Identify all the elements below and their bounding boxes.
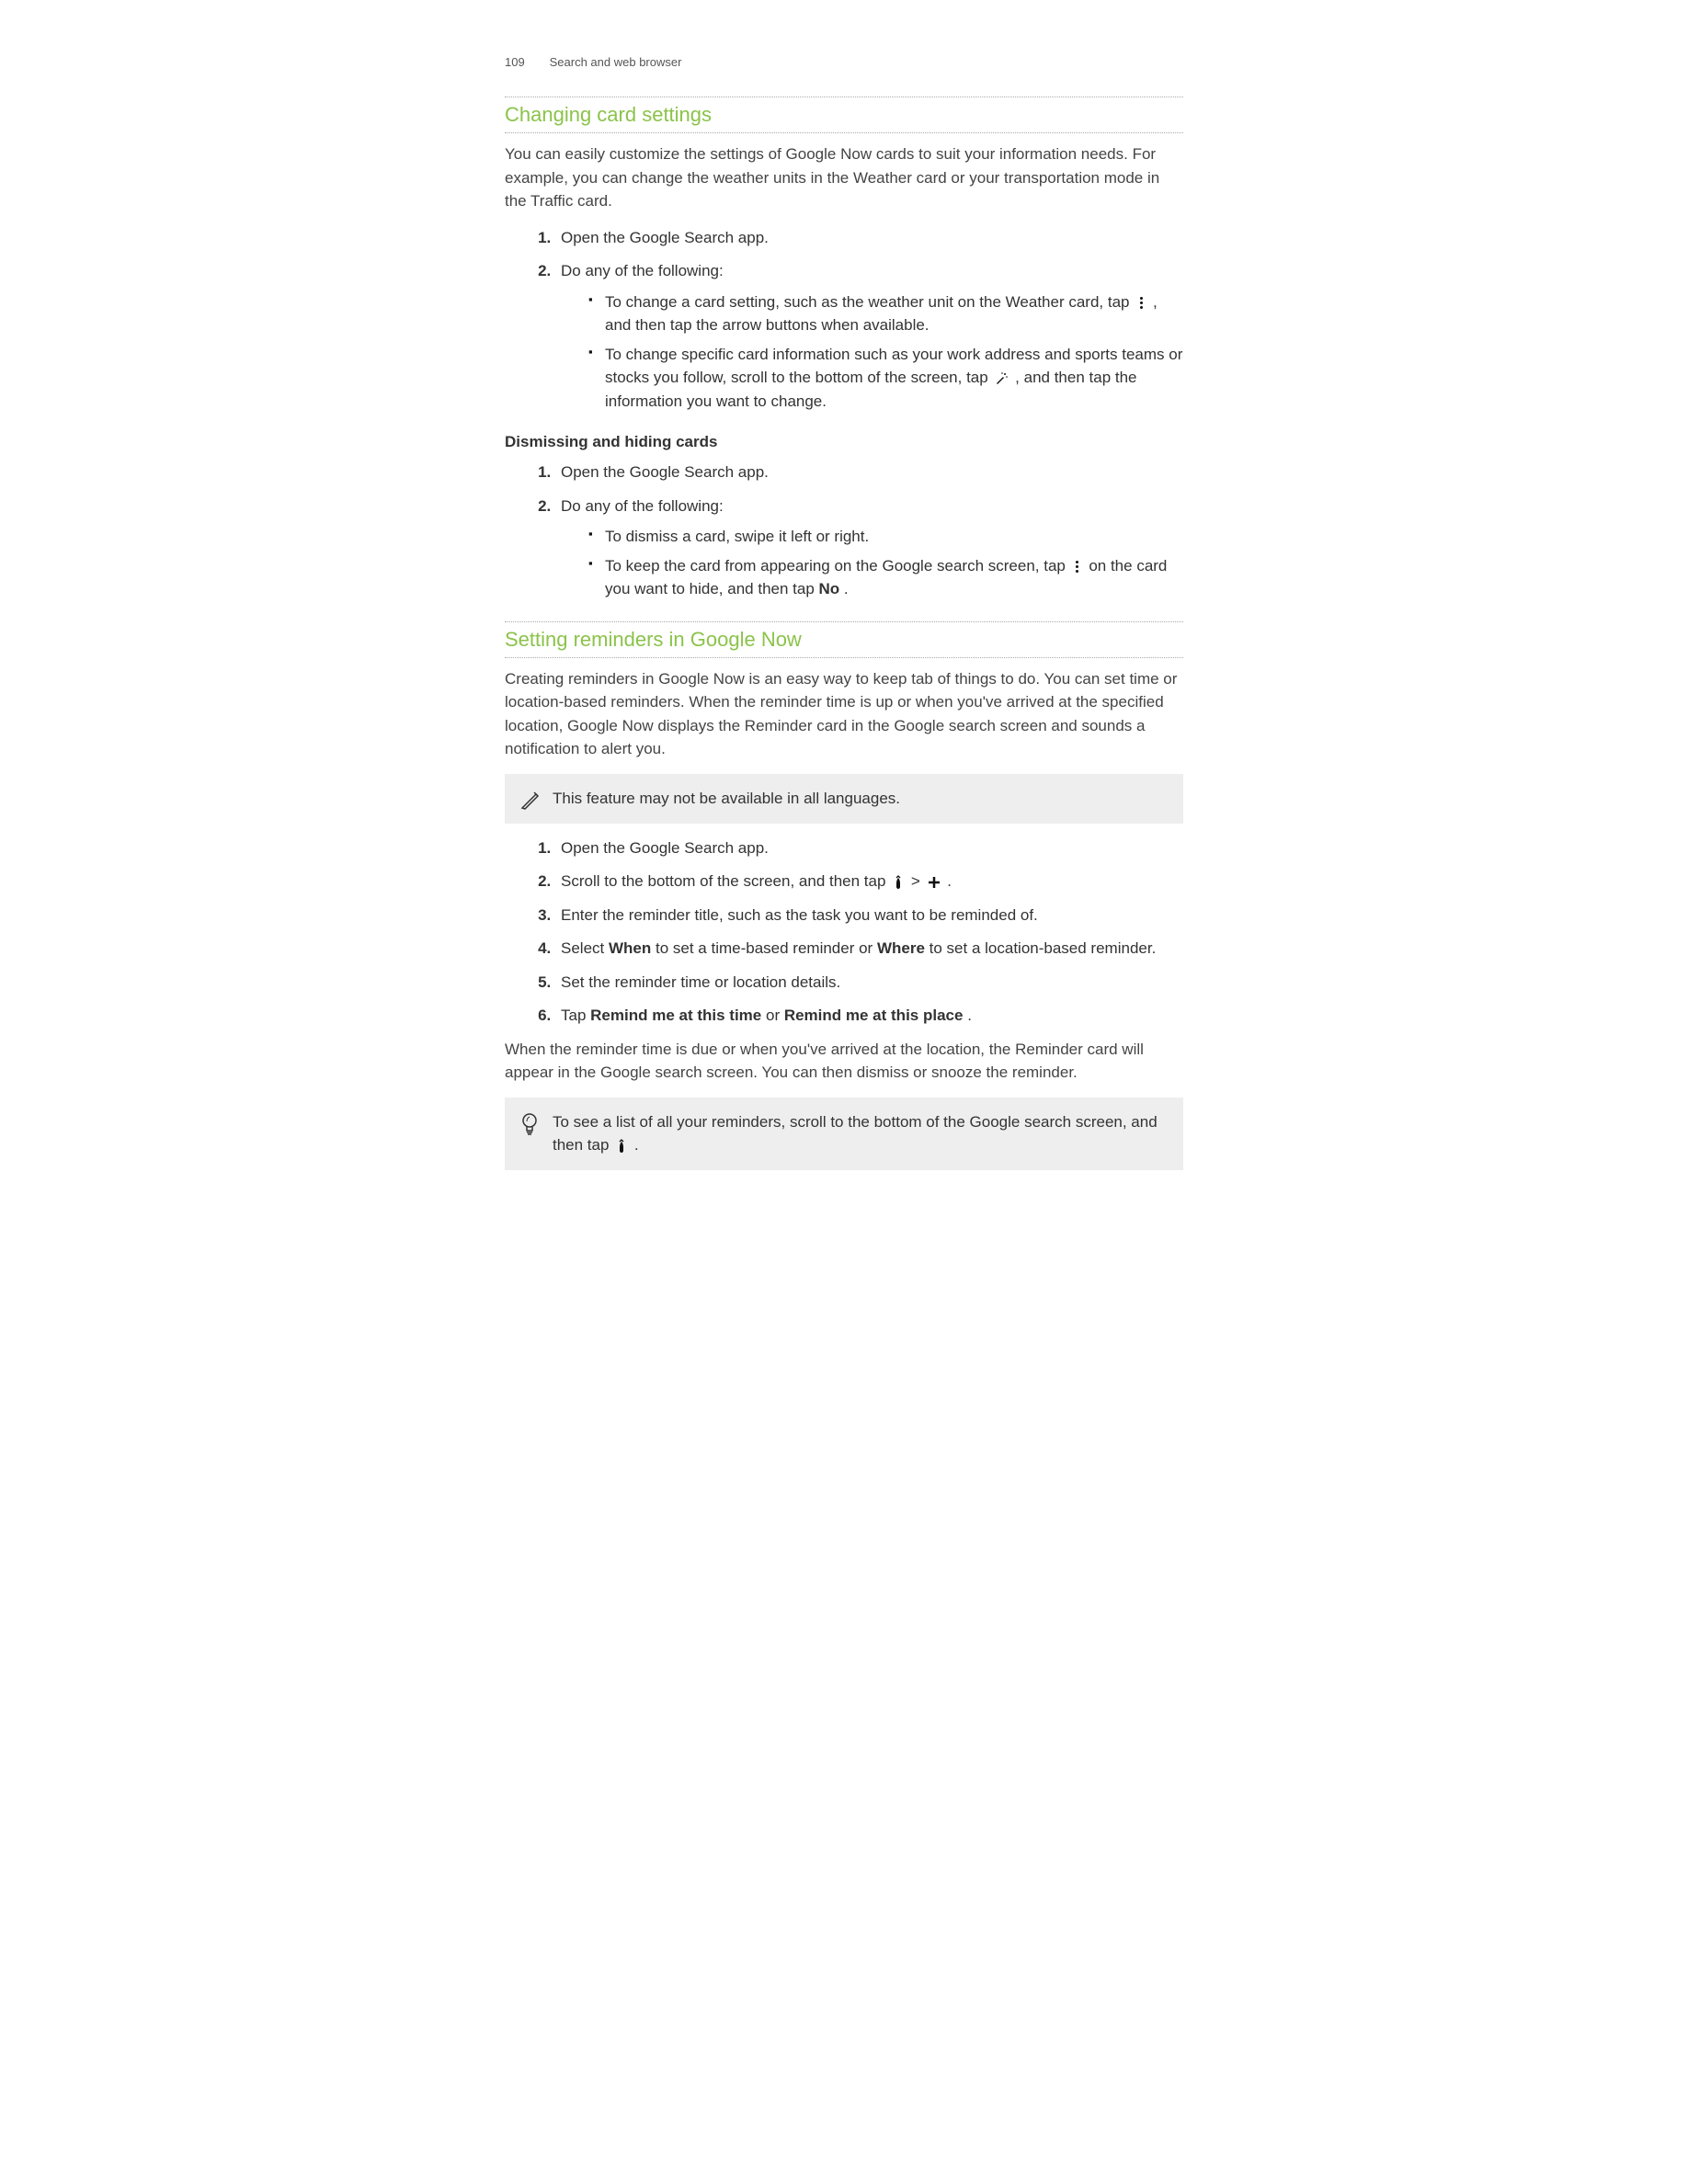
section-intro: You can easily customize the settings of… <box>505 142 1183 213</box>
lightbulb-icon <box>519 1110 553 1136</box>
section-heading-changing-card-settings: Changing card settings <box>505 101 1183 129</box>
step-text: to set a time-based reminder or <box>656 939 877 957</box>
bullet-item: To dismiss a card, swipe it left or righ… <box>588 525 1183 549</box>
more-vert-icon <box>1135 295 1146 311</box>
step-text: . <box>967 1007 972 1024</box>
bold-label-no: No <box>819 580 840 597</box>
tip-text-part: . <box>634 1136 639 1154</box>
tip-callout: To see a list of all your reminders, scr… <box>505 1098 1183 1170</box>
section-outro: When the reminder time is due or when yo… <box>505 1038 1183 1085</box>
steps-list: Open the Google Search app. Do any of th… <box>505 461 1183 601</box>
step-text: Do any of the following: <box>561 497 724 515</box>
bullet-item: To change specific card information such… <box>588 343 1183 414</box>
step-text: Scroll to the bottom of the screen, and … <box>561 872 890 890</box>
breadcrumb: Search and web browser <box>550 55 682 69</box>
step-item: Do any of the following: To dismiss a ca… <box>555 495 1183 601</box>
note-text: This feature may not be available in all… <box>553 787 900 811</box>
step-text: Tap <box>561 1007 590 1024</box>
section-intro: Creating reminders in Google Now is an e… <box>505 667 1183 761</box>
step-item: Tap Remind me at this time or Remind me … <box>555 1004 1183 1028</box>
step-item: Select When to set a time-based reminder… <box>555 937 1183 961</box>
step-item: Open the Google Search app. <box>555 226 1183 250</box>
step-text: Select <box>561 939 609 957</box>
page-header: 109 Search and web browser <box>505 55 1183 69</box>
section-divider: Setting reminders in Google Now <box>505 621 1183 658</box>
section-divider: Changing card settings <box>505 97 1183 133</box>
steps-list: Open the Google Search app. Do any of th… <box>505 226 1183 414</box>
tip-text: To see a list of all your reminders, scr… <box>553 1110 1169 1157</box>
step-text: Do any of the following: <box>561 262 724 279</box>
bullet-list: To dismiss a card, swipe it left or righ… <box>561 525 1183 601</box>
step-item: Scroll to the bottom of the screen, and … <box>555 870 1183 893</box>
bold-label-when: When <box>609 939 651 957</box>
document-page: 109 Search and web browser Changing card… <box>422 0 1266 1257</box>
bullet-list: To change a card setting, such as the we… <box>561 290 1183 414</box>
step-item: Open the Google Search app. <box>555 461 1183 484</box>
bold-label-where: Where <box>877 939 925 957</box>
steps-list: Open the Google Search app. Scroll to th… <box>505 836 1183 1028</box>
step-text: > <box>911 872 925 890</box>
subsection-heading-dismissing: Dismissing and hiding cards <box>505 433 1183 451</box>
pencil-icon <box>519 787 553 811</box>
bullet-text: . <box>844 580 849 597</box>
bold-label-remind-place: Remind me at this place <box>784 1007 964 1024</box>
step-item: Set the reminder time or location detail… <box>555 971 1183 995</box>
bullet-item: To change a card setting, such as the we… <box>588 290 1183 337</box>
reminder-hand-icon <box>892 874 905 891</box>
magic-wand-icon <box>994 370 1009 387</box>
bullet-text: To change a card setting, such as the we… <box>605 293 1134 311</box>
page-number: 109 <box>505 55 546 69</box>
note-callout: This feature may not be available in all… <box>505 774 1183 824</box>
step-item: Do any of the following: To change a car… <box>555 259 1183 413</box>
step-item: Open the Google Search app. <box>555 836 1183 860</box>
step-text: to set a location-based reminder. <box>930 939 1157 957</box>
step-text: . <box>947 872 952 890</box>
tip-text-part: To see a list of all your reminders, scr… <box>553 1113 1158 1155</box>
reminder-hand-icon <box>615 1138 628 1155</box>
more-vert-icon <box>1072 559 1083 574</box>
bold-label-remind-time: Remind me at this time <box>590 1007 761 1024</box>
section-heading-setting-reminders: Setting reminders in Google Now <box>505 626 1183 654</box>
bullet-text: To keep the card from appearing on the G… <box>605 557 1070 574</box>
plus-icon <box>927 874 941 891</box>
step-text: or <box>766 1007 784 1024</box>
bullet-item: To keep the card from appearing on the G… <box>588 554 1183 601</box>
step-item: Enter the reminder title, such as the ta… <box>555 904 1183 927</box>
